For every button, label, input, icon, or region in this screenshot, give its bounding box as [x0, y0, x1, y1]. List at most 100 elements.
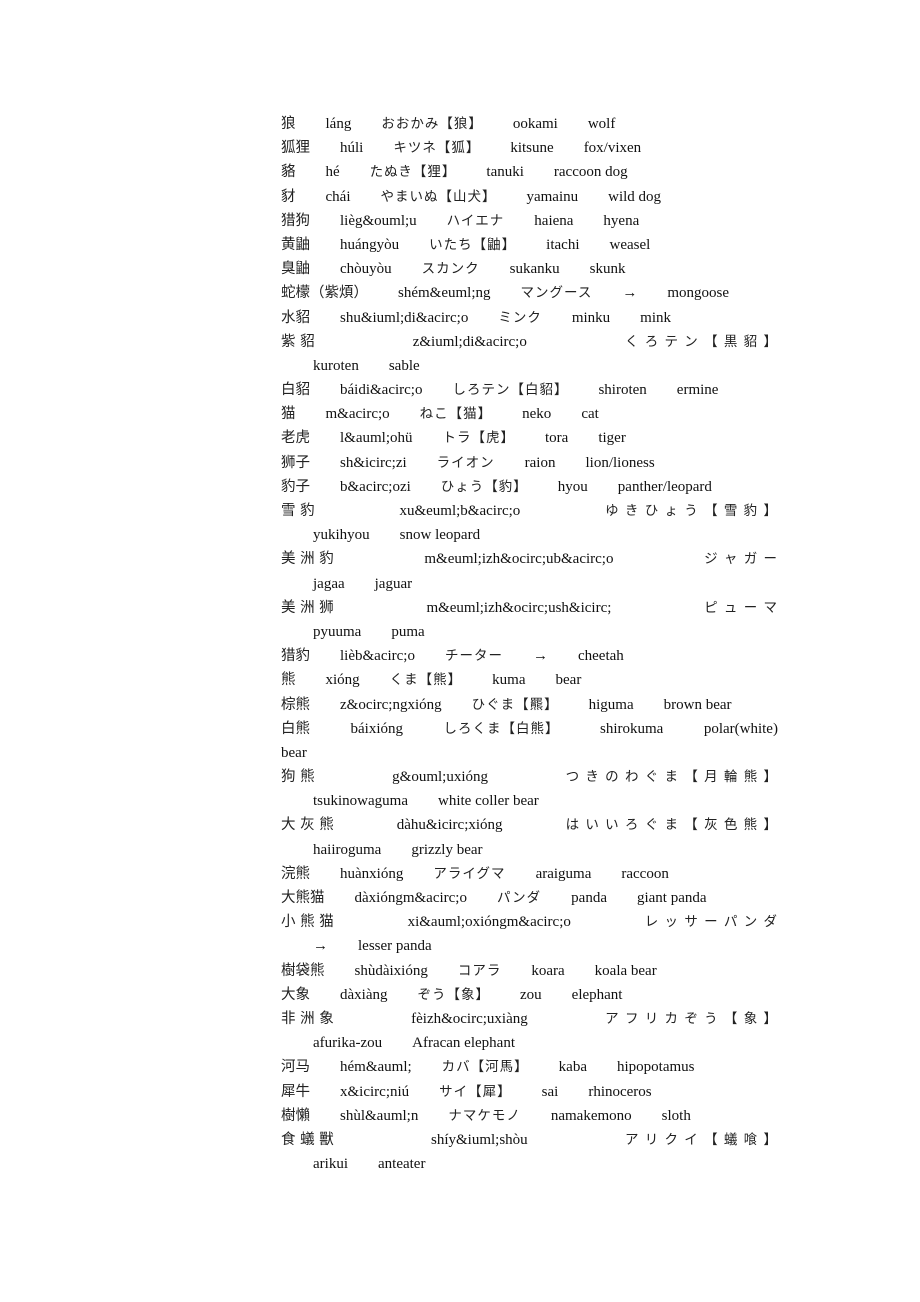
romaji: neko [522, 406, 552, 423]
entry-row: 猫 m&acirc;o ねこ【猫】 neko cat [281, 402, 778, 426]
entry-row: 蛇檬（紫煩） shém&euml;ng マングース → mongoose [281, 281, 778, 305]
entry-row: 雪 豹 xu&euml;b&acirc;o ゆ き ひ ょ う 【 雪 豹 】 [281, 499, 778, 523]
pinyin: láng [325, 116, 352, 132]
chinese-term: 樹袋熊 [281, 962, 325, 979]
romaji: yamainu [526, 188, 579, 205]
japanese-term: ハイエナ [446, 212, 505, 229]
chinese-term: 棕熊 [281, 696, 310, 713]
entry-row: 非 洲 象 fèizh&ocirc;uxiàng ア フ リ カ ぞ う 【 象 】 [281, 1007, 778, 1031]
pinyin: xi&auml;oxióngm&acirc;o [407, 914, 571, 931]
japanese-term: ア リ ク イ 【 蟻 喰 】 [624, 1131, 778, 1148]
romaji: sai [541, 1083, 559, 1100]
chinese-term: 白貂 [281, 382, 310, 399]
romaji: arikui [313, 1156, 348, 1173]
entry-row: 白熊 báixióng しろくま【白熊】 shirokuma polar(white) [281, 717, 778, 741]
english-term: hyena [603, 212, 640, 229]
entry-row: 熊 xióng くま【熊】 kuma bear [281, 668, 778, 692]
japanese-term: ア フ リ カ ぞ う 【 象 】 [605, 1010, 778, 1027]
japanese-term: ピ ュ ー マ [704, 599, 778, 616]
romaji: tsukinowaguma [313, 793, 408, 810]
english-term: giant panda [636, 890, 707, 906]
romaji: ookami [512, 116, 558, 132]
japanese-term: しろくま【白熊】 [443, 720, 560, 737]
chinese-term: 大象 [281, 986, 310, 1003]
entry-row: 美 洲 豹 m&euml;izh&ocirc;ub&acirc;o ジ ャ ガ ー [281, 547, 778, 571]
pinyin: lièg&ouml;u [340, 212, 417, 229]
romaji: zou [519, 986, 542, 1003]
japanese-term: ぞう【象】 [417, 986, 490, 1003]
vocabulary-list: 狼 láng おおかみ【狼】 ookami wolf 狐狸 húli キツネ【狐】 kitsun… [281, 112, 778, 1176]
entry-row: 狮子 sh&icirc;zi ライオン raion lion/lioness [281, 451, 778, 475]
romaji: jagaa [313, 575, 345, 592]
english-term: mongoose [667, 285, 729, 302]
pinyin: m&euml;izh&ocirc;ub&acirc;o [424, 551, 614, 568]
chinese-term: 紫 貂 [281, 333, 315, 350]
romaji: tanuki [486, 164, 524, 181]
chinese-term: 美 洲 狮 [281, 599, 334, 616]
japanese-term: つ き の わ ぐ ま 【 月 輪 熊 】 [565, 769, 778, 786]
pinyin: z&iuml;di&acirc;o [412, 333, 527, 350]
english-term: lesser panda [358, 938, 432, 955]
english-term-tail: bear [281, 744, 307, 761]
english-term: polar(white) [703, 720, 778, 737]
chinese-term: 豺 [281, 188, 296, 205]
entry-row: 豺 chái やまいぬ【山犬】 yamainu wild dog [281, 185, 778, 209]
japanese-term: ねこ【猫】 [419, 406, 493, 423]
japanese-term: おおかみ【狼】 [381, 116, 483, 132]
chinese-term: 河马 [281, 1059, 310, 1076]
japanese-term: コアラ [457, 962, 502, 979]
chinese-term: 食 蟻 獸 [281, 1131, 334, 1148]
entry-row: 河马 hém&auml; カバ【河馬】 kaba hipopotamus [281, 1055, 778, 1079]
japanese-term: くま【熊】 [389, 672, 463, 689]
chinese-term: 猎豹 [281, 648, 310, 665]
entry-row: 樹袋熊 shùdàixióng コアラ koara koala bear [281, 959, 778, 983]
romaji: yukihyou [313, 527, 370, 544]
entry-row-continuation: → lesser panda [281, 934, 778, 958]
pinyin: b&acirc;ozi [340, 478, 411, 495]
romaji: panda [571, 890, 607, 906]
english-term: bear [555, 672, 582, 689]
english-term: puma [391, 623, 425, 640]
pinyin: dàhu&icirc;xióng [396, 817, 503, 834]
english-term: raccoon dog [553, 164, 628, 181]
english-term: cheetah [577, 648, 624, 665]
romaji: → [622, 285, 638, 302]
entry-row: 棕熊 z&ocirc;ngxióng ひぐま【羆】 higuma brown bear [281, 693, 778, 717]
romaji: → [532, 648, 548, 665]
pinyin: x&icirc;niú [340, 1083, 410, 1100]
romaji: kuma [492, 672, 526, 689]
english-term: fox/vixen [583, 140, 642, 157]
entry-row-continuation: haiiroguma grizzly bear [281, 838, 778, 862]
english-term: jaguar [374, 575, 413, 592]
pinyin: shùl&auml;n [340, 1107, 419, 1124]
english-term: koala bear [594, 962, 657, 979]
romaji: haiiroguma [313, 841, 382, 858]
romaji: koara [531, 962, 565, 979]
entry-row-continuation: tsukinowaguma white coller bear [281, 789, 778, 813]
romaji: kaba [558, 1059, 587, 1076]
pinyin: lièb&acirc;o [340, 648, 415, 665]
japanese-term: カバ【河馬】 [441, 1059, 529, 1076]
japanese-term: パンダ [496, 890, 542, 906]
english-term: wolf [587, 116, 616, 132]
romaji: → [313, 938, 328, 955]
japanese-term: いたち【鼬】 [429, 236, 517, 253]
japanese-term: ひょう【豹】 [440, 478, 528, 495]
chinese-term: 白熊 [281, 720, 310, 737]
japanese-term: トラ【虎】 [442, 430, 515, 447]
romaji: kitsune [510, 140, 554, 157]
english-term: elephant [571, 986, 623, 1003]
romaji: kuroten [313, 357, 359, 374]
japanese-term: ゆ き ひ ょ う 【 雪 豹 】 [605, 503, 778, 519]
pinyin: sh&icirc;zi [340, 454, 407, 471]
pinyin: báidi&acirc;o [340, 382, 423, 399]
entry-row: 黄鼬 huángyòu いたち【鼬】 itachi weasel [281, 233, 778, 257]
english-term: white coller bear [438, 793, 539, 810]
entry-row-continuation: jagaa jaguar [281, 572, 778, 596]
chinese-term: 猫 [281, 406, 296, 423]
entry-row-continuation: yukihyou snow leopard [281, 523, 778, 547]
entry-row: 大象 dàxiàng ぞう【象】 zou elephant [281, 983, 778, 1007]
chinese-term: 非 洲 象 [281, 1010, 334, 1027]
entry-row: 浣熊 huànxióng アライグマ araiguma raccoon [281, 862, 778, 886]
romaji: higuma [588, 696, 634, 713]
